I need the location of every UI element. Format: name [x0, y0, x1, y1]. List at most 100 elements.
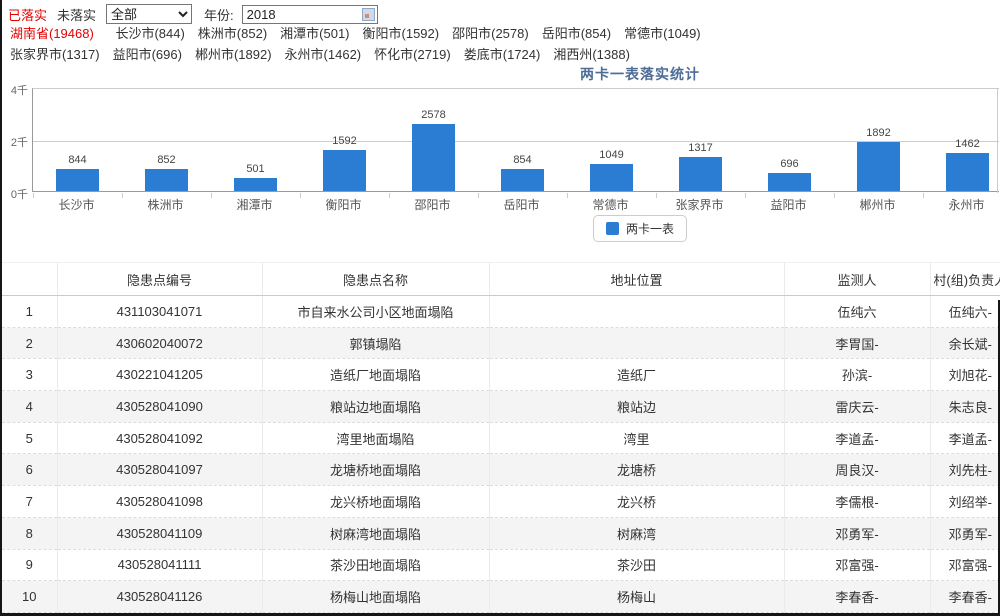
table-cell-name: 树麻湾地面塌陷: [262, 517, 489, 549]
table-cell-address: [489, 327, 784, 359]
bar-value-label: 1317: [688, 142, 712, 154]
table-row[interactable]: 5430528041092湾里地面塌陷湾里李道孟-李道孟-: [2, 422, 1000, 454]
dashboard-page: 已落实 未落实 全部 年份: 湖南省(19468) 长沙市(844) 株洲市(85…: [0, 0, 1000, 616]
x-axis-category-label: 邵阳市: [388, 196, 477, 213]
table-cell-name: 郭镇塌陷: [262, 327, 489, 359]
table-row[interactable]: 10430528041126杨梅山地面塌陷杨梅山李春香-李春香-: [2, 581, 1000, 613]
bar[interactable]: [501, 169, 544, 191]
city-link[interactable]: 娄底市(1724): [464, 47, 541, 62]
table-header-cell: 地址位置: [489, 263, 784, 296]
legend-item[interactable]: 两卡一表: [593, 215, 687, 242]
tab-not-implemented[interactable]: 未落实: [57, 5, 96, 24]
table-cell-index: 7: [2, 486, 57, 518]
bar-slot: 1317: [656, 89, 745, 191]
table-header-cell: [2, 263, 57, 296]
year-label: 年份:: [204, 5, 234, 24]
table-cell-id: 430528041111: [57, 549, 262, 581]
table-row[interactable]: 8430528041109树麻湾地面塌陷树麻湾邓勇军-邓勇军-: [2, 517, 1000, 549]
table-row[interactable]: 1431103041071市自来水公司小区地面塌陷伍纯六伍纯六-: [2, 296, 1000, 328]
calendar-icon[interactable]: [362, 8, 375, 21]
table-row[interactable]: 4430528041090粮站边地面塌陷粮站边雷庆云-朱志良-: [2, 391, 1000, 423]
city-link[interactable]: 湘潭市(501): [280, 26, 349, 41]
table-cell-address: 龙兴桥: [489, 486, 784, 518]
table-row[interactable]: 9430528041111茶沙田地面塌陷茶沙田邓富强-邓富强-: [2, 549, 1000, 581]
city-link[interactable]: 郴州市(1892): [195, 47, 272, 62]
table-cell-name: 杨梅山地面塌陷: [262, 581, 489, 613]
bar[interactable]: [412, 124, 455, 191]
table-header-cell: 隐患点编号: [57, 263, 262, 296]
bar-value-label: 844: [68, 154, 86, 166]
bar-chart: 两卡一表落实统计 8448525011592257885410491317696…: [2, 62, 999, 250]
city-link[interactable]: 岳阳市(854): [542, 26, 611, 41]
bar[interactable]: [768, 173, 811, 191]
table-header-cell: 监测人: [784, 263, 930, 296]
bar-slot: 1892: [834, 89, 923, 191]
bar[interactable]: [590, 164, 633, 191]
city-link[interactable]: 长沙市(844): [115, 26, 184, 41]
table-cell-village: 刘绍举-: [930, 486, 1000, 518]
table-cell-index: 1: [2, 296, 57, 328]
table-cell-address: [489, 296, 784, 328]
x-axis-category-label: 衡阳市: [299, 196, 388, 213]
table-cell-index: 5: [2, 422, 57, 454]
table-cell-index: 2: [2, 327, 57, 359]
city-link[interactable]: 邵阳市(2578): [452, 26, 529, 41]
table-cell-address: 树麻湾: [489, 517, 784, 549]
city-link[interactable]: 怀化市(2719): [374, 47, 451, 62]
table-cell-id: 430528041090: [57, 391, 262, 423]
city-link[interactable]: 湘西州(1388): [553, 47, 630, 62]
table-cell-id: 430528041109: [57, 517, 262, 549]
table-cell-monitor: 伍纯六: [784, 296, 930, 328]
filter-bar: 已落实 未落实 全部 年份:: [8, 3, 378, 25]
bar-value-label: 1592: [332, 135, 356, 147]
city-link[interactable]: 衡阳市(1592): [363, 26, 440, 41]
table-cell-index: 3: [2, 359, 57, 391]
city-link[interactable]: 张家界市(1317): [10, 47, 100, 62]
province-link[interactable]: 湖南省(19468): [10, 26, 94, 41]
table-cell-village: 李春香-: [930, 581, 1000, 613]
table-cell-address: 粮站边: [489, 391, 784, 423]
table-cell-id: 430528041098: [57, 486, 262, 518]
table-cell-monitor: 李道孟-: [784, 422, 930, 454]
table-cell-monitor: 雷庆云-: [784, 391, 930, 423]
region-filter-select[interactable]: 全部: [106, 4, 192, 24]
bar[interactable]: [145, 169, 188, 191]
bar-value-label: 1892: [866, 127, 890, 139]
table-row[interactable]: 6430528041097龙塘桥地面塌陷龙塘桥周良汉-刘先柱-: [2, 454, 1000, 486]
x-axis-category-label: 株洲市: [121, 196, 210, 213]
legend-swatch-icon: [606, 222, 619, 235]
bar[interactable]: [679, 157, 722, 191]
table-row[interactable]: 7430528041098龙兴桥地面塌陷龙兴桥李儒根-刘绍举-: [2, 486, 1000, 518]
bar-value-label: 1049: [599, 149, 623, 161]
table-row[interactable]: 3430221041205造纸厂地面塌陷造纸厂孙滨-刘旭花-: [2, 359, 1000, 391]
tab-implemented[interactable]: 已落实: [8, 5, 47, 24]
region-links-row-1: 湖南省(19468) 长沙市(844) 株洲市(852) 湘潭市(501) 衡阳市(1…: [10, 24, 995, 43]
bar[interactable]: [56, 169, 99, 191]
chart-legend: 两卡一表: [2, 215, 999, 242]
bar-slot: 854: [478, 89, 567, 191]
bar-slot: 852: [122, 89, 211, 191]
city-link[interactable]: 常德市(1049): [624, 26, 701, 41]
table-row[interactable]: 2430602040072郭镇塌陷李胃国-余长斌-: [2, 327, 1000, 359]
table-header-cell: 村(组)负责人: [930, 263, 1000, 296]
table-cell-index: 4: [2, 391, 57, 423]
y-axis-tick-label: 2千: [2, 134, 28, 150]
hazard-table: 隐患点编号隐患点名称地址位置监测人村(组)负责人 1431103041071市自…: [2, 262, 1000, 613]
bar-slot: 501: [211, 89, 300, 191]
city-link[interactable]: 永州市(1462): [285, 47, 362, 62]
chart-plot-area: 8448525011592257885410491317696189214622…: [32, 88, 999, 192]
table-cell-monitor: 李儒根-: [784, 486, 930, 518]
bar[interactable]: [323, 150, 366, 191]
table-cell-address: 湾里: [489, 422, 784, 454]
bar[interactable]: [946, 153, 989, 191]
bar[interactable]: [234, 178, 277, 191]
table-cell-id: 430221041205: [57, 359, 262, 391]
bar-value-label: 854: [513, 154, 531, 166]
bar-value-label: 696: [780, 158, 798, 170]
table-cell-village: 刘旭花-: [930, 359, 1000, 391]
table-cell-monitor: 李胃国-: [784, 327, 930, 359]
year-input[interactable]: [242, 5, 378, 24]
city-link[interactable]: 益阳市(696): [113, 47, 182, 62]
city-link[interactable]: 株洲市(852): [198, 26, 267, 41]
bar[interactable]: [857, 142, 900, 191]
